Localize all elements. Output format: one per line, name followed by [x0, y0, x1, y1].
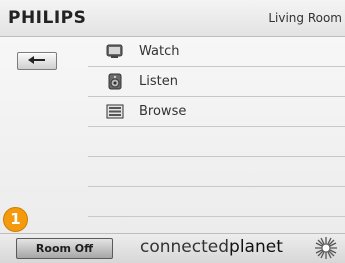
- menu-item-watch[interactable]: Watch: [88, 37, 345, 67]
- tv-icon: [106, 44, 123, 58]
- brand-logo: PHILIPS: [8, 8, 87, 28]
- connectedplanet-logo: connectedplanet: [140, 237, 283, 257]
- menu-item-label: Listen: [139, 74, 178, 89]
- main-panel: Watch Listen Browse: [0, 37, 345, 233]
- footer-bar: Room Off connectedplanet: [0, 233, 345, 263]
- room-off-button[interactable]: Room Off: [16, 238, 113, 259]
- back-button[interactable]: [17, 52, 57, 70]
- menu-item-browse[interactable]: Browse: [88, 97, 345, 127]
- menu-list: Watch Listen Browse: [88, 37, 345, 217]
- speaker-icon: [108, 73, 122, 90]
- list-icon: [106, 104, 124, 119]
- menu-item-label: Watch: [139, 44, 180, 59]
- empty-row: [88, 127, 345, 157]
- starburst-logo-icon: [315, 237, 337, 259]
- room-name: Living Room: [268, 11, 342, 25]
- empty-row: [88, 157, 345, 187]
- empty-row: [88, 187, 345, 217]
- back-arrow-icon: [28, 56, 45, 64]
- menu-item-listen[interactable]: Listen: [88, 67, 345, 97]
- header-bar: PHILIPS Living Room: [0, 0, 345, 37]
- annotation-badge: 1: [3, 207, 28, 232]
- menu-item-label: Browse: [139, 104, 187, 119]
